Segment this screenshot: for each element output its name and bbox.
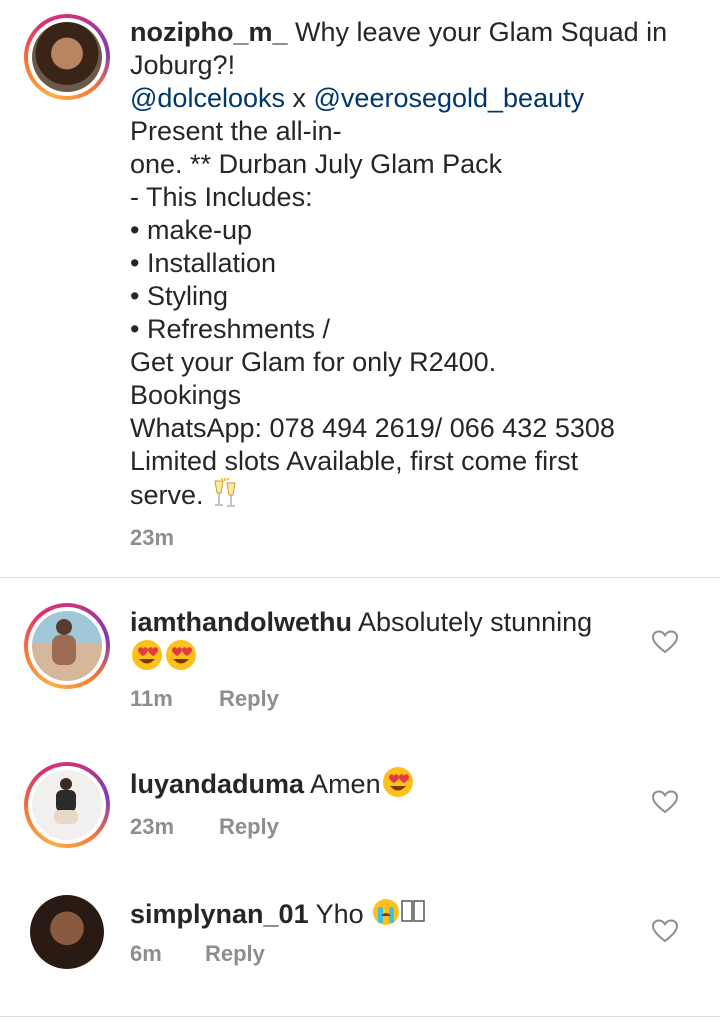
post-caption: nozipho_m_ Why leave your Glam Squad in … [0,0,720,578]
comment-timestamp: 11m [130,686,173,711]
comment-text: simplynan_01 Yho [130,897,630,935]
comment-username[interactable]: simplynan_01 [130,899,309,929]
reply-button[interactable]: Reply [219,814,279,840]
commenter-avatar[interactable] [24,603,110,689]
mention-separator: x [285,83,314,113]
commenter-avatar[interactable] [24,762,110,848]
like-heart-icon[interactable] [651,919,679,943]
post-timestamp: 23m [130,525,175,550]
comment-body: Amen [304,769,381,800]
heart-eyes-emoji [164,639,198,679]
like-heart-icon[interactable] [651,630,679,654]
clinking-glasses-emoji [211,477,239,516]
comment-timestamp: 6m [130,941,162,966]
divider [0,1016,720,1017]
heart-eyes-emoji [130,639,164,679]
comment-body: Yho [308,899,372,930]
comment-username[interactable]: luyandaduma [130,769,304,799]
comment-username[interactable]: iamthandolwethu [130,607,352,637]
comment-text: iamthandolwethu Absolutely stunning [130,606,630,679]
poster-username[interactable]: nozipho_m_ [130,17,288,47]
comment-timestamp: 23m [130,814,175,839]
mention-veerosegold[interactable]: @veerosegold_beauty [314,83,585,113]
caption-text: nozipho_m_ Why leave your Glam Squad in … [130,16,690,516]
comment-text: luyandaduma Amen [130,766,630,806]
comment-body: Absolutely stunning [352,607,593,637]
unsupported-glyph-icon [401,899,425,933]
like-heart-icon[interactable] [651,790,679,814]
mention-dolcelooks[interactable]: @dolcelooks [130,83,285,113]
reply-button[interactable]: Reply [205,941,265,967]
loudly-crying-emoji [371,897,401,935]
reply-button[interactable]: Reply [219,686,279,712]
heart-eyes-emoji [381,766,415,806]
commenter-avatar[interactable] [30,895,104,969]
caption-body: Present the all-in- one. ** Durban July … [130,116,615,511]
poster-avatar[interactable] [24,14,110,100]
divider [0,577,720,578]
